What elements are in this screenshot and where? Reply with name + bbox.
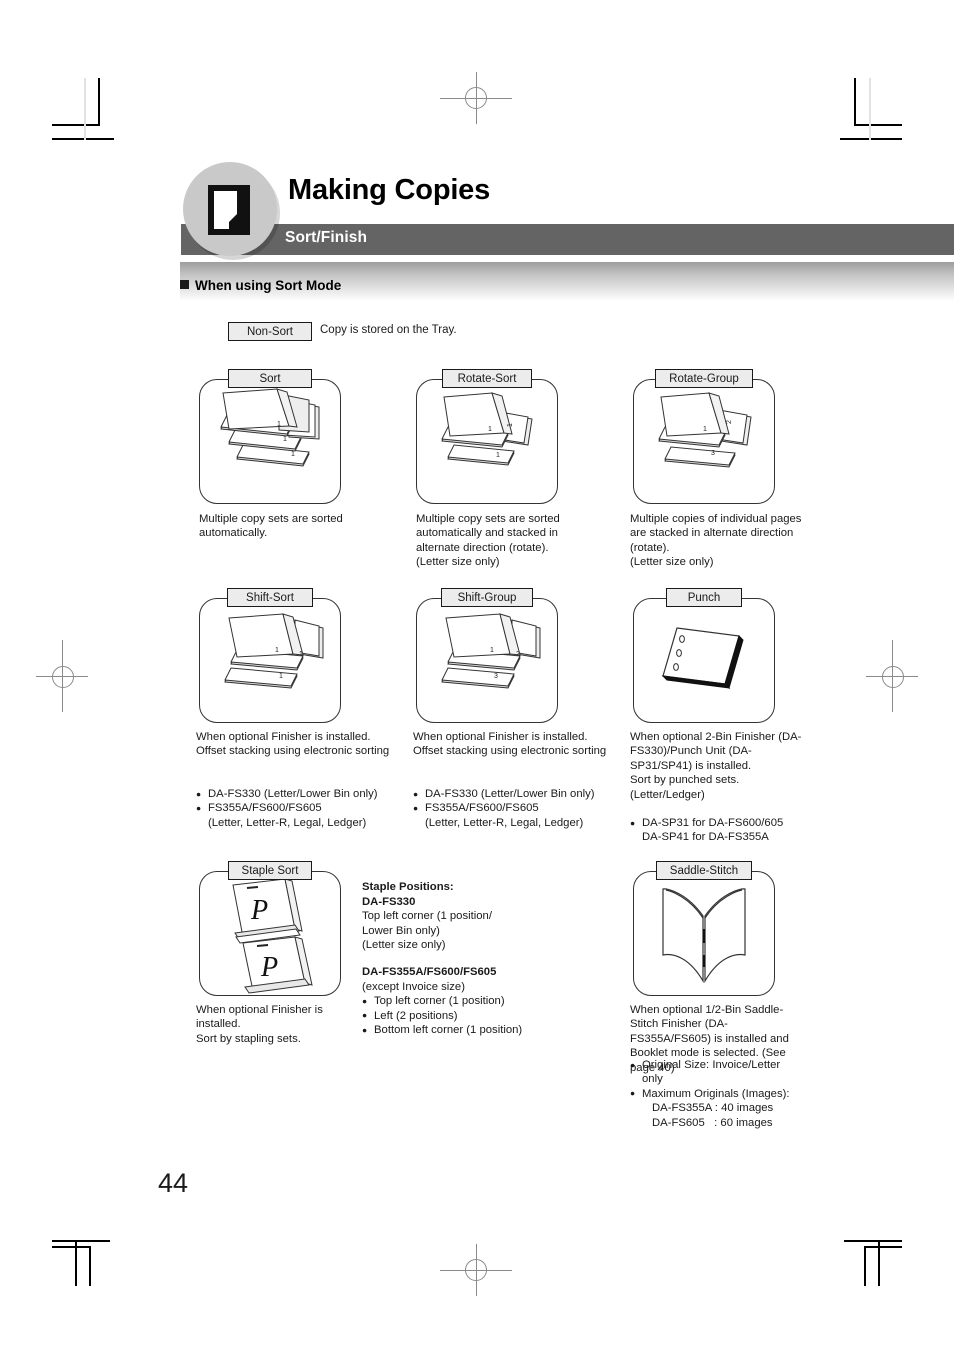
bullet-subitem: (Letter, Letter-R, Legal, Ledger) xyxy=(425,816,584,829)
panel-label-rotate-sort: Rotate-Sort xyxy=(442,369,532,388)
bullets-saddle-stitch: Original Size: Invoice/Letter only Maxim… xyxy=(630,1057,810,1130)
caption-shift-sort: When optional Finisher is installed. Off… xyxy=(196,731,390,758)
non-sort-label: Non-Sort xyxy=(228,322,312,341)
panel-label-rotate-group: Rotate-Group xyxy=(655,369,753,388)
svg-text:2: 2 xyxy=(516,651,520,658)
staple-positions-note: (except Invoice size) xyxy=(362,980,465,993)
punched-sheet-three-holes-icon xyxy=(661,627,744,689)
panel-label-sort: Sort xyxy=(228,369,312,388)
bullet-item: Top left corner (1 position) xyxy=(362,994,572,1009)
rotated-stacks-labeled-1-2-3-icon: 1 2 3 xyxy=(658,392,752,468)
panel-label-shift-group: Shift-Group xyxy=(441,588,533,607)
svg-text:1: 1 xyxy=(275,647,279,654)
bullet-item: Bottom left corner (1 position) xyxy=(362,1023,572,1038)
staple-positions-line: (Letter size only) xyxy=(362,939,446,952)
svg-text:1: 1 xyxy=(488,426,492,433)
bullet-subitem: DA-FS355A : 40 images xyxy=(652,1102,774,1115)
panel-label-shift-sort: Shift-Sort xyxy=(227,588,313,607)
bullet-subitem: DA-SP41 for DA-FS355A xyxy=(642,831,769,844)
svg-text:1: 1 xyxy=(703,426,707,433)
panel-label-saddle-stitch: Saddle-Stitch xyxy=(656,861,752,880)
svg-text:1: 1 xyxy=(496,452,500,459)
svg-text:1: 1 xyxy=(507,423,514,427)
page-number: 44 xyxy=(158,1168,189,1198)
bullet-item: DA-FS330 (Letter/Lower Bin only) xyxy=(196,786,411,801)
bullet-item: FS355A/FS600/FS605 xyxy=(196,801,411,816)
caption-rotate-sort: Multiple copy sets are sorted automatica… xyxy=(416,513,560,569)
caption-shift-group: When optional Finisher is installed. Off… xyxy=(413,731,607,758)
staple-positions-line: Lower Bin only) xyxy=(362,924,440,937)
svg-text:1: 1 xyxy=(279,673,283,680)
caption-sort: Multiple copy sets are sorted automatica… xyxy=(199,513,343,540)
svg-text:P: P xyxy=(260,952,278,983)
bullet-item: Maximum Originals (Images): xyxy=(630,1086,810,1101)
svg-text:2: 2 xyxy=(726,420,733,424)
bullet-subitem: only xyxy=(642,1073,663,1086)
bullet-item: Left (2 positions) xyxy=(362,1008,572,1024)
bullets-shift-sort: DA-FS330 (Letter/Lower Bin only) FS355A/… xyxy=(196,786,411,830)
bullets-shift-group: DA-FS330 (Letter/Lower Bin only) FS355A/… xyxy=(413,786,628,830)
svg-text:P: P xyxy=(250,895,268,926)
staple-positions-title: Staple Positions: xyxy=(362,881,454,893)
svg-text:3: 3 xyxy=(711,450,715,457)
bullets-punch: DA-SP31 for DA-FS600/605 DA-SP41 for DA-… xyxy=(630,815,845,845)
content-area: Non-Sort Copy is stored on the Tray. Sor… xyxy=(0,0,954,1351)
bullet-item: DA-FS330 (Letter/Lower Bin only) xyxy=(413,786,628,801)
shifted-stacks-labeled-1-2-3-icon: 1 2 3 xyxy=(441,613,541,689)
caption-punch: When optional 2-Bin Finisher (DA-FS330)/… xyxy=(630,731,802,801)
non-sort-row: Non-Sort Copy is stored on the Tray. xyxy=(228,322,457,341)
bullet-subitem: DA-FS605 : 60 images xyxy=(652,1116,773,1129)
svg-text:1: 1 xyxy=(291,451,295,458)
svg-text:1: 1 xyxy=(283,436,287,443)
staple-positions-model-2: DA-FS355A/FS600/FS605 xyxy=(362,965,497,978)
caption-rotate-group: Multiple copies of individual pages are … xyxy=(630,513,802,569)
staple-positions-line: Top left corner (1 position/ xyxy=(362,910,492,923)
svg-text:1: 1 xyxy=(277,421,281,428)
two-stapled-stacks-letter-p-icon: P P xyxy=(232,878,313,994)
bullet-item: DA-SP31 for DA-FS600/605 xyxy=(630,815,845,830)
bullet-item: FS355A/FS600/FS605 xyxy=(413,801,628,816)
panel-label-staple-sort: Staple Sort xyxy=(228,861,312,880)
three-offset-stacks-labeled-1-icon: 1 1 1 xyxy=(220,388,320,467)
rotated-stacks-labeled-1-icon: 1 1 1 xyxy=(441,392,533,466)
staple-positions-block: Staple Positions: DA-FS330 Top left corn… xyxy=(362,880,572,1038)
panel-label-punch: Punch xyxy=(666,588,742,607)
staple-positions-model-1: DA-FS330 xyxy=(362,895,416,908)
caption-staple-sort: When optional Finisher is installed. Sor… xyxy=(196,1004,323,1045)
bullet-subitem: (Letter, Letter-R, Legal, Ledger) xyxy=(208,816,367,829)
svg-text:1: 1 xyxy=(299,651,303,658)
shifted-stacks-labeled-1-icon: 1 1 1 xyxy=(224,613,324,689)
svg-text:1: 1 xyxy=(490,647,494,654)
bullet-item: Original Size: Invoice/Letter xyxy=(630,1057,810,1072)
svg-text:3: 3 xyxy=(494,673,498,680)
open-booklet-with-stitches-icon xyxy=(662,888,746,984)
non-sort-description: Copy is stored on the Tray. xyxy=(320,324,457,336)
